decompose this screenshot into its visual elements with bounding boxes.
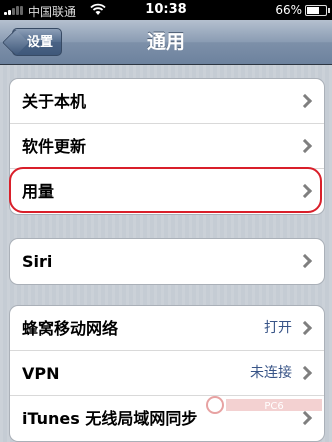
settings-group-about: 关于本机 软件更新 用量 bbox=[9, 78, 325, 215]
row-value: 未连接 bbox=[250, 365, 292, 381]
row-siri[interactable]: Siri bbox=[10, 239, 324, 284]
chevron-right-icon bbox=[297, 365, 313, 381]
status-bar: 中国联通 10:38 66% bbox=[0, 0, 332, 20]
settings-group-network: 蜂窝移动网络 打开 VPN 未连接 iTunes 无线局域网同步 bbox=[9, 305, 325, 442]
battery-percentage: 66% bbox=[275, 3, 302, 17]
settings-group-siri: Siri bbox=[9, 238, 325, 285]
row-vpn[interactable]: VPN 未连接 bbox=[10, 351, 324, 396]
chevron-right-icon bbox=[297, 253, 313, 269]
back-button-label: 设置 bbox=[27, 35, 54, 50]
row-software-update[interactable]: 软件更新 bbox=[10, 124, 324, 169]
watermark-logo: PC6 bbox=[206, 396, 322, 414]
row-about[interactable]: 关于本机 bbox=[10, 79, 324, 124]
row-label: 软件更新 bbox=[22, 137, 87, 156]
chevron-right-icon bbox=[297, 183, 313, 199]
watermark-text: PC6 bbox=[264, 401, 283, 412]
row-label: VPN bbox=[22, 364, 60, 383]
chevron-right-icon bbox=[297, 138, 313, 154]
back-button[interactable]: 设置 bbox=[12, 28, 63, 56]
navigation-bar: 通用 设置 bbox=[0, 20, 332, 65]
row-value: 打开 bbox=[264, 320, 292, 336]
row-label: Siri bbox=[22, 252, 53, 271]
battery-icon bbox=[305, 5, 330, 16]
chevron-right-icon bbox=[297, 320, 313, 336]
row-usage[interactable]: 用量 bbox=[10, 169, 324, 214]
row-label: iTunes 无线局域网同步 bbox=[22, 409, 198, 428]
row-label: 蜂窝移动网络 bbox=[22, 319, 119, 338]
row-cellular[interactable]: 蜂窝移动网络 打开 bbox=[10, 306, 324, 351]
chevron-right-icon bbox=[297, 93, 313, 109]
row-label: 关于本机 bbox=[22, 92, 87, 111]
row-label: 用量 bbox=[22, 182, 55, 201]
